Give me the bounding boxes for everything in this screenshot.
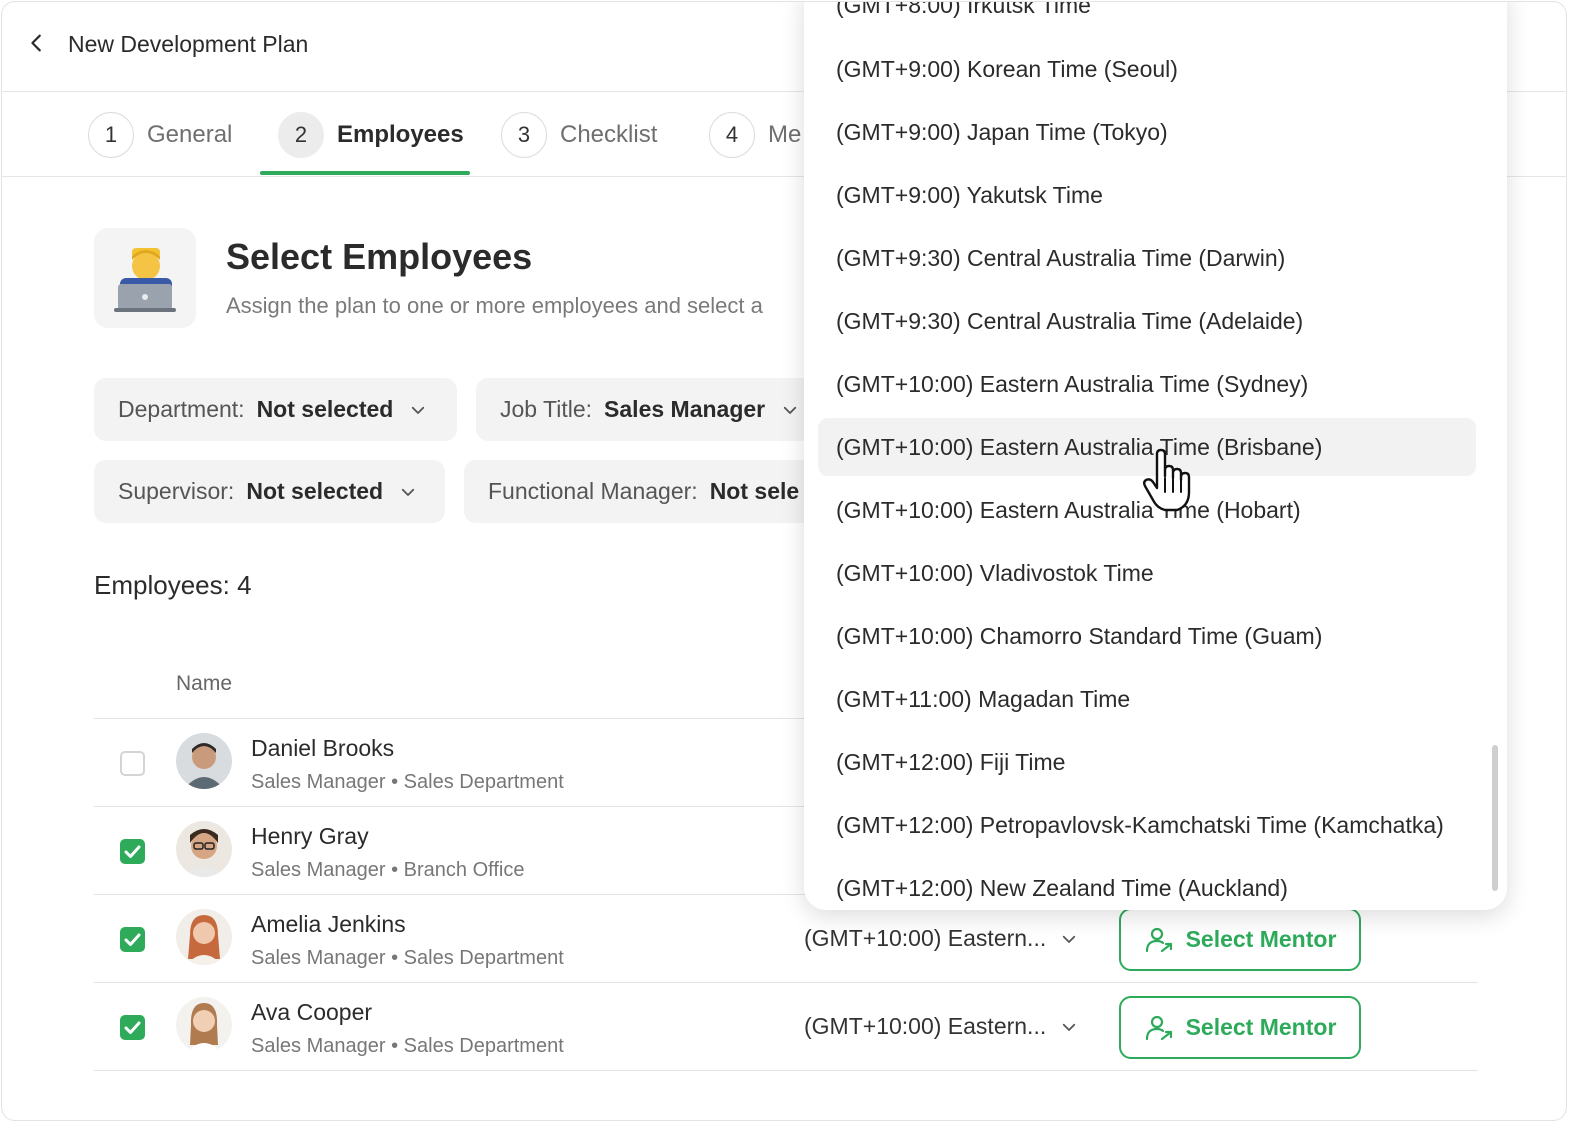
timezone-option[interactable]: (GMT+10:00) Eastern Australia Time (Sydn… xyxy=(818,355,1476,413)
timezone-option[interactable]: (GMT+10:00) Vladivostok Time xyxy=(818,544,1476,602)
app-window: New Development Plan 1 General 2 Employe… xyxy=(1,1,1567,1121)
filter-value: Sales Manager xyxy=(604,396,766,422)
filter-value: Not selected xyxy=(246,478,384,504)
tab-checklist[interactable]: 3 Checklist xyxy=(501,112,657,177)
department-filter[interactable]: Department: Not selected xyxy=(94,378,457,441)
tab-label: Employees xyxy=(337,121,464,148)
filter-label: Supervisor: xyxy=(118,478,235,504)
tab-general[interactable]: 1 General xyxy=(88,112,232,177)
employee-name: Amelia Jenkins xyxy=(251,911,406,937)
timezone-value: (GMT+10:00) Eastern... xyxy=(804,925,1047,951)
timezone-option[interactable]: (GMT+9:00) Japan Time (Tokyo) xyxy=(818,103,1476,161)
employee-role: Sales Manager xyxy=(251,1035,386,1057)
timezone-option[interactable]: (GMT+8:00) Irkutsk Time xyxy=(818,2,1476,34)
meta-separator: • xyxy=(391,947,399,969)
user-arrow-icon xyxy=(1145,927,1172,952)
tab-step-number: 4 xyxy=(709,112,755,158)
tab-step-number: 1 xyxy=(88,112,134,158)
employee-department: Sales Department xyxy=(403,1035,564,1057)
checkmark-icon xyxy=(124,845,141,858)
filter-value: Not selected xyxy=(256,396,394,422)
tab-employees[interactable]: 2 Employees xyxy=(278,112,464,177)
chevron-down-icon xyxy=(1063,1023,1076,1031)
filter-label: Job Title: xyxy=(500,396,593,422)
timezone-option[interactable]: (GMT+9:00) Korean Time (Seoul) xyxy=(818,40,1476,98)
timezone-select[interactable]: (GMT+10:00) Eastern... xyxy=(804,1013,1078,1040)
tab-step-number: 2 xyxy=(278,112,324,158)
filter-label: Functional Manager: xyxy=(488,478,698,504)
employee-meta: Sales Manager • Sales Department xyxy=(251,1035,564,1058)
meta-separator: • xyxy=(391,1035,399,1057)
checkmark-icon xyxy=(124,933,141,946)
button-label: Select Mentor xyxy=(1185,926,1337,952)
tab-label: General xyxy=(147,121,233,148)
active-tab-indicator xyxy=(260,171,470,175)
employee-role: Sales Manager xyxy=(251,859,386,881)
timezone-value: (GMT+10:00) Eastern... xyxy=(804,1013,1047,1039)
avatar xyxy=(176,733,232,789)
table-row: Ava Cooper Sales Manager • Sales Departm… xyxy=(94,983,1478,1071)
timezone-select[interactable]: (GMT+10:00) Eastern... xyxy=(804,925,1078,952)
employee-meta: Sales Manager • Sales Department xyxy=(251,771,564,794)
supervisor-filter[interactable]: Supervisor: Not selected xyxy=(94,460,445,523)
chevron-down-icon xyxy=(412,406,425,414)
row-checkbox[interactable] xyxy=(120,751,145,776)
column-header-name: Name xyxy=(176,672,233,695)
tab-step-number: 3 xyxy=(501,112,547,158)
dropdown-scrollbar[interactable] xyxy=(1492,745,1498,891)
select-mentor-button[interactable]: Select Mentor xyxy=(1119,996,1361,1059)
timezone-option[interactable]: (GMT+12:00) Petropavlovsk-Kamchatski Tim… xyxy=(818,796,1476,854)
job-title-filter[interactable]: Job Title: Sales Manager xyxy=(476,378,836,441)
checkmark-icon xyxy=(124,1021,141,1034)
timezone-option[interactable]: (GMT+9:30) Central Australia Time (Darwi… xyxy=(818,229,1476,287)
meta-separator: • xyxy=(391,859,399,881)
timezone-option[interactable]: (GMT+10:00) Chamorro Standard Time (Guam… xyxy=(818,607,1476,665)
filter-value: Not sele xyxy=(709,478,800,504)
button-label: Select Mentor xyxy=(1185,1014,1337,1040)
timezone-option[interactable]: (GMT+12:00) Fiji Time xyxy=(818,733,1476,791)
timezone-option-hovered[interactable]: (GMT+10:00) Eastern Australia Time (Bris… xyxy=(818,418,1476,476)
employee-role: Sales Manager xyxy=(251,947,386,969)
employee-role: Sales Manager xyxy=(251,771,386,793)
employee-name: Henry Gray xyxy=(251,823,369,849)
employee-department: Sales Department xyxy=(403,947,564,969)
tab-label: Checklist xyxy=(560,121,658,148)
filter-label: Department: xyxy=(118,396,245,422)
avatar xyxy=(176,997,232,1053)
timezone-dropdown[interactable]: (GMT+8:00) Irkutsk Time (GMT+9:00) Korea… xyxy=(804,2,1507,910)
row-checkbox[interactable] xyxy=(120,927,145,952)
section-subtitle: Assign the plan to one or more employees… xyxy=(226,293,763,318)
chevron-down-icon xyxy=(401,488,415,496)
employee-department: Branch Office xyxy=(403,859,525,881)
employee-name: Daniel Brooks xyxy=(251,735,395,761)
row-checkbox[interactable] xyxy=(120,1015,145,1040)
row-checkbox[interactable] xyxy=(120,839,145,864)
meta-separator: • xyxy=(391,771,399,793)
employee-meta: Sales Manager • Branch Office xyxy=(251,859,524,882)
section-title: Select Employees xyxy=(226,236,533,277)
technologist-emoji-icon xyxy=(94,228,196,328)
timezone-option[interactable]: (GMT+9:00) Yakutsk Time xyxy=(818,166,1476,224)
chevron-left-icon[interactable] xyxy=(26,32,48,54)
employee-name: Ava Cooper xyxy=(251,999,373,1025)
chevron-down-icon xyxy=(1063,935,1076,943)
user-arrow-icon xyxy=(1145,1015,1172,1040)
timezone-option[interactable]: (GMT+10:00) Eastern Australia Time (Hoba… xyxy=(818,481,1476,539)
tab-label: Me xyxy=(768,121,802,148)
employees-count: Employees: 4 xyxy=(94,570,252,600)
functional-manager-filter[interactable]: Functional Manager: Not sele xyxy=(464,460,836,523)
timezone-option[interactable]: (GMT+12:00) New Zealand Time (Auckland) xyxy=(818,859,1476,910)
avatar xyxy=(176,821,232,877)
tab-mentors[interactable]: 4 Me xyxy=(709,112,801,177)
timezone-option[interactable]: (GMT+9:30) Central Australia Time (Adela… xyxy=(818,292,1476,350)
avatar xyxy=(176,909,232,965)
timezone-option[interactable]: (GMT+11:00) Magadan Time xyxy=(818,670,1476,728)
page-title: New Development Plan xyxy=(68,31,309,57)
select-mentor-button[interactable]: Select Mentor xyxy=(1119,908,1361,971)
employee-department: Sales Department xyxy=(403,771,564,793)
chevron-down-icon xyxy=(783,406,797,414)
employee-meta: Sales Manager • Sales Department xyxy=(251,947,564,970)
